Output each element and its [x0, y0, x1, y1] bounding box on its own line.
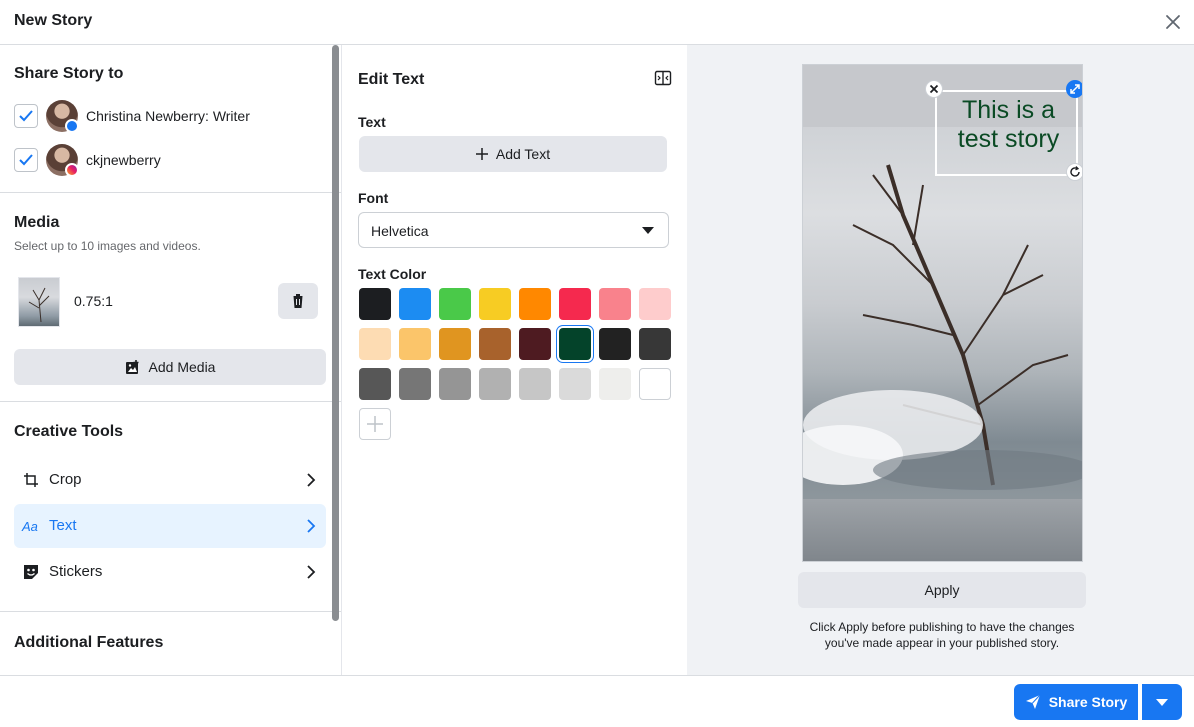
tool-stickers[interactable]: Stickers [14, 550, 326, 594]
plus-icon [475, 148, 488, 160]
share-story-button[interactable]: Share Story [1014, 684, 1138, 720]
story-preview-panel: This is a test story Apply Click Apply b… [687, 45, 1194, 675]
color-swatch[interactable] [359, 328, 391, 360]
share-options-dropdown[interactable] [1142, 684, 1182, 720]
send-icon [1025, 694, 1041, 709]
divider [0, 192, 341, 193]
chevron-right-icon [307, 473, 316, 487]
dialog-footer: Share Story [0, 675, 1194, 727]
tool-crop-label: Crop [49, 471, 82, 488]
color-swatch[interactable] [359, 288, 391, 320]
color-swatch[interactable] [479, 328, 511, 360]
color-swatch[interactable] [519, 368, 551, 400]
add-media-button[interactable]: Add Media [14, 349, 326, 385]
media-title: Media [14, 214, 60, 231]
story-text-box[interactable]: This is a test story [935, 90, 1078, 176]
account-checkbox-facebook[interactable] [14, 104, 38, 128]
chevron-right-icon [307, 519, 316, 533]
tool-text[interactable]: Aa Text [14, 504, 326, 548]
apply-button[interactable]: Apply [798, 572, 1086, 608]
share-story-label: Share Story [1048, 694, 1128, 710]
color-swatch[interactable] [519, 288, 551, 320]
color-swatch[interactable] [439, 368, 471, 400]
add-color-button[interactable] [359, 408, 391, 440]
edit-text-title: Edit Text [358, 71, 425, 88]
color-swatch[interactable] [599, 288, 631, 320]
color-swatch[interactable] [359, 368, 391, 400]
caret-down-icon [642, 227, 654, 234]
story-background-band [803, 499, 1082, 561]
delete-media-button[interactable] [278, 283, 318, 319]
color-swatch[interactable] [399, 368, 431, 400]
color-swatch[interactable] [399, 328, 431, 360]
tool-crop[interactable]: Crop [14, 458, 326, 502]
additional-features-title: Additional Features [14, 634, 164, 651]
expand-icon [1070, 84, 1080, 94]
sticker-icon [24, 565, 38, 579]
text-label: Text [358, 114, 386, 130]
color-swatch[interactable] [559, 288, 591, 320]
text-color-label: Text Color [358, 266, 427, 282]
facebook-icon [65, 119, 79, 133]
rotate-icon [1070, 166, 1080, 177]
add-text-label: Add Text [495, 146, 551, 162]
text-icon: Aa [22, 519, 38, 534]
trash-icon [292, 294, 304, 308]
rotate-text-handle[interactable] [1066, 163, 1082, 181]
creative-tools-title: Creative Tools [14, 423, 124, 440]
story-text: This is a test story [957, 96, 1060, 153]
color-swatch[interactable] [399, 288, 431, 320]
divider [0, 611, 341, 612]
panel-toggle-icon[interactable] [654, 69, 672, 87]
color-swatch[interactable] [559, 368, 591, 400]
instagram-icon [65, 163, 79, 177]
account-checkbox-instagram[interactable] [14, 148, 38, 172]
media-aspect-ratio: 0.75:1 [74, 293, 113, 309]
add-text-button[interactable]: Add Text [359, 136, 667, 172]
remove-text-handle[interactable] [925, 80, 943, 98]
left-panel: Share Story to Christina Newberry: Write… [0, 45, 342, 675]
share-to-title: Share Story to [14, 65, 124, 82]
color-swatch[interactable] [519, 328, 551, 360]
story-image [803, 164, 1082, 490]
add-media-label: Add Media [148, 359, 216, 375]
tool-text-label: Text [49, 517, 77, 534]
color-swatch[interactable] [599, 328, 631, 360]
apply-note: Click Apply before publishing to have th… [809, 620, 1075, 650]
color-swatch[interactable] [639, 328, 671, 360]
photo-icon [125, 360, 139, 374]
tool-stickers-label: Stickers [49, 563, 103, 580]
edit-text-panel: Edit Text Text Add Text Font Helvetica T… [342, 45, 687, 675]
account-name-facebook: Christina Newberry: Writer [86, 108, 250, 124]
dialog-title: New Story [14, 12, 93, 29]
font-select[interactable]: Helvetica [358, 212, 669, 248]
caret-down-icon [1156, 699, 1168, 706]
font-label: Font [358, 190, 389, 206]
color-swatch[interactable] [599, 368, 631, 400]
resize-text-handle[interactable] [1066, 80, 1082, 98]
color-swatch[interactable] [559, 328, 591, 360]
close-icon[interactable] [1162, 11, 1184, 33]
checkmark-icon [19, 110, 33, 122]
dialog-header: New Story [0, 0, 1194, 45]
divider [0, 401, 341, 402]
color-swatch[interactable] [639, 368, 671, 400]
close-icon [929, 84, 939, 94]
crop-icon [24, 473, 38, 487]
color-swatch[interactable] [439, 288, 471, 320]
font-select-value: Helvetica [371, 223, 429, 239]
color-swatch[interactable] [639, 288, 671, 320]
checkmark-icon [19, 154, 33, 166]
chevron-right-icon [307, 565, 316, 579]
color-swatch[interactable] [479, 288, 511, 320]
media-thumbnail[interactable] [18, 277, 60, 327]
color-swatch[interactable] [439, 328, 471, 360]
left-panel-scrollbar[interactable] [332, 45, 339, 621]
story-preview: This is a test story [802, 64, 1083, 562]
media-subtitle: Select up to 10 images and videos. [14, 239, 201, 253]
plus-icon [367, 416, 383, 432]
account-name-instagram: ckjnewberry [86, 152, 161, 168]
color-swatch[interactable] [479, 368, 511, 400]
